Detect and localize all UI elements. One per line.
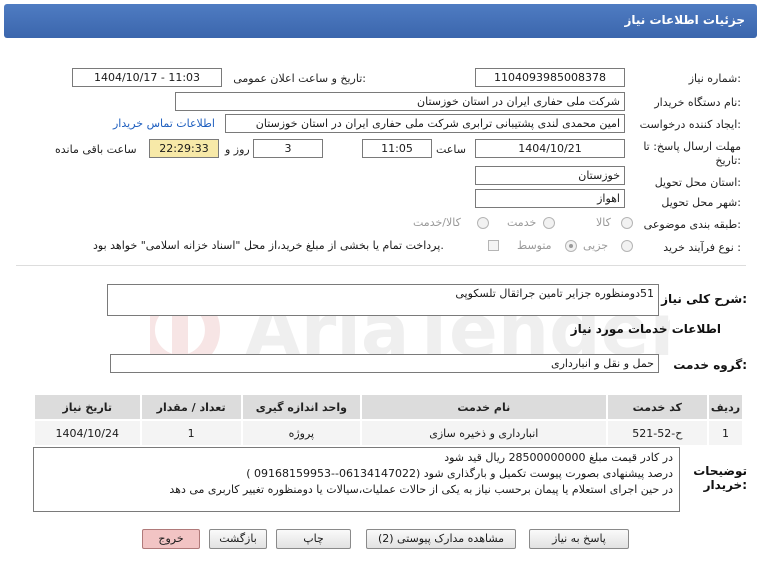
- process-medium-label: متوسط: [517, 239, 552, 252]
- notes-line: درصد پیشنهادی بصورت پیوست تکمیل و بارگذا…: [246, 467, 673, 480]
- title-bar: جزئیات اطلاعات نیاز: [4, 4, 757, 38]
- process-minor-label: جزیی: [583, 239, 609, 252]
- deadline-date-field: 1404/10/21: [475, 139, 625, 158]
- services-table: تاریخ نیاز تعداد / مقدار واحد اندازه گیری ن…: [33, 393, 745, 447]
- summary-field: 51دومنظوره جزایر تامین جراثقال تلسکوپی: [107, 284, 659, 316]
- summary-text: 51دومنظوره جزایر تامین جراثقال تلسکوپی: [455, 287, 654, 300]
- process-type-label: نوع فرآیند خرید :: [663, 241, 741, 254]
- category-service-radio[interactable]: [543, 217, 555, 229]
- need-number-label: شماره نیاز:: [688, 72, 741, 85]
- col-name-header: نام خدمت: [359, 393, 608, 421]
- category-goods-label: کالا: [596, 216, 611, 229]
- remaining-time-label: ساعت باقی مانده: [55, 143, 137, 156]
- category-goods-service-label: کالا/خدمت: [413, 216, 461, 229]
- process-medium-radio[interactable]: [565, 240, 577, 252]
- col-unit-header: واحد اندازه گیری: [240, 393, 362, 421]
- days-remaining-field: 3: [253, 139, 323, 158]
- buyer-org-label: نام دستگاه خریدار:: [654, 96, 741, 109]
- divider: [16, 265, 746, 266]
- view-attachments-button[interactable]: مشاهده مدارک پیوستی (2): [366, 529, 516, 549]
- province-field: خوزستان: [475, 166, 625, 185]
- cell-code: ح-52-521: [605, 419, 709, 447]
- service-group-field: حمل و نقل و انبارداری: [110, 354, 659, 373]
- exit-button[interactable]: خروج: [142, 529, 200, 549]
- need-number-field: 1104093985008378: [475, 68, 625, 87]
- cell-qty: 1: [139, 419, 243, 447]
- province-label: استان محل تحویل:: [654, 176, 741, 189]
- col-code-header: کد خدمت: [605, 393, 709, 421]
- buyer-contact-link[interactable]: اطلاعات تماس خریدار: [113, 117, 215, 130]
- summary-label: شرح کلی نیاز:: [661, 292, 747, 306]
- page-title: جزئیات اطلاعات نیاز: [624, 13, 745, 27]
- notes-line: در کادر قیمت مبلغ 28500000000 ریال قید ش…: [444, 451, 673, 464]
- announce-date-field: 1404/10/17 - 11:03: [72, 68, 222, 87]
- requester-label: ایجاد کننده درخواست:: [639, 118, 741, 131]
- cell-row: 1: [706, 419, 745, 447]
- notes-label-2: خریدار:: [703, 478, 747, 492]
- time-label: ساعت: [436, 143, 466, 156]
- deadline-time-field: 11:05: [362, 139, 432, 158]
- treasury-payment-text: پرداخت تمام یا بخشی از مبلغ خرید،از محل …: [93, 239, 444, 252]
- city-label: شهر محل تحویل:: [661, 196, 741, 209]
- cell-date: 1404/10/24: [33, 419, 142, 447]
- announce-date-label: تاریخ و ساعت اعلان عمومی:: [233, 72, 366, 85]
- category-service-label: خدمت: [507, 216, 537, 229]
- requester-field: امین محمدی لندی پشتیبانی ترابری شرکت ملی…: [225, 114, 625, 133]
- services-heading: اطلاعات خدمات مورد نیاز: [570, 322, 721, 336]
- col-date-header: تاریخ نیاز: [33, 393, 142, 421]
- print-button[interactable]: چاپ: [276, 529, 351, 549]
- deadline-label-2: تاریخ:: [715, 154, 741, 167]
- notes-line: در حین اجرای استعلام یا پیمان برحسب نیاز…: [169, 483, 673, 496]
- buyer-org-field: شرکت ملی حفاری ایران در استان خوزستان: [175, 92, 625, 111]
- city-field: اهواز: [475, 189, 625, 208]
- service-group-label: گروه خدمت:: [673, 358, 747, 372]
- deadline-label: مهلت ارسال پاسخ: تا: [643, 140, 741, 153]
- notes-field: در کادر قیمت مبلغ 28500000000 ریال قید ش…: [33, 447, 680, 512]
- category-label: طبقه بندی موضوعی:: [643, 218, 741, 231]
- category-goods-radio[interactable]: [621, 217, 633, 229]
- notes-label: توضیحات: [693, 464, 747, 478]
- remaining-time-field: 22:29:33: [149, 139, 219, 158]
- process-minor-radio[interactable]: [621, 240, 633, 252]
- reply-button[interactable]: پاسخ به نیاز: [529, 529, 629, 549]
- col-qty-header: تعداد / مقدار: [139, 393, 243, 421]
- col-row-header: ردیف: [706, 393, 745, 421]
- days-label: روز و: [225, 143, 250, 156]
- back-button[interactable]: بازگشت: [209, 529, 267, 549]
- treasury-payment-checkbox[interactable]: [488, 240, 499, 251]
- category-goods-service-radio[interactable]: [477, 217, 489, 229]
- table-header-row: تاریخ نیاز تعداد / مقدار واحد اندازه گیری ن…: [33, 393, 745, 421]
- cell-unit: پروژه: [240, 419, 362, 447]
- cell-name: انبارداری و ذخیره سازی: [359, 419, 608, 447]
- table-row: 1404/10/24 1 پروژه انبارداری و ذخیره سازی ح-…: [33, 419, 745, 447]
